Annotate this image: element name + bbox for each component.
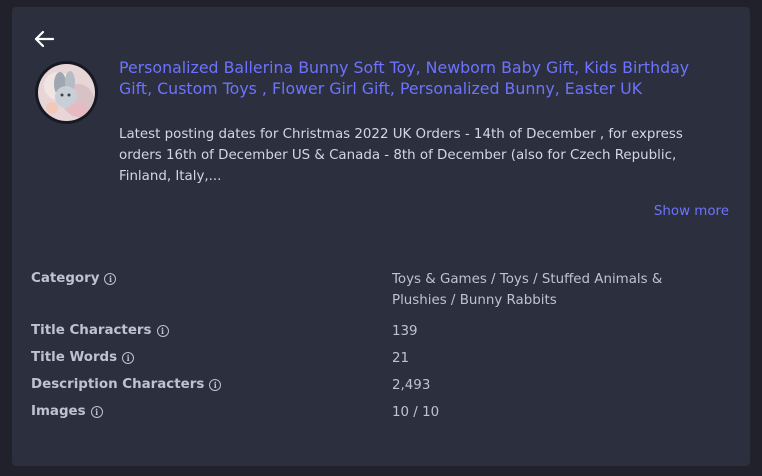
detail-label: Category i bbox=[31, 271, 117, 286]
detail-label: Title Words i bbox=[31, 350, 135, 365]
info-icon[interactable]: i bbox=[156, 324, 169, 337]
detail-value: 10 / 10 bbox=[392, 405, 440, 420]
detail-label: Description Characters i bbox=[31, 377, 222, 392]
product-title-link[interactable]: Personalized Ballerina Bunny Soft Toy, N… bbox=[119, 57, 699, 99]
info-icon[interactable]: i bbox=[209, 378, 222, 391]
info-icon[interactable]: i bbox=[90, 405, 103, 418]
detail-value: 2,493 bbox=[392, 378, 431, 393]
product-card: Personalized Ballerina Bunny Soft Toy, N… bbox=[12, 7, 750, 466]
back-button[interactable] bbox=[32, 29, 56, 49]
info-icon[interactable]: i bbox=[104, 272, 117, 285]
detail-value: Toys & Games / Toys / Stuffed Animals & … bbox=[392, 272, 663, 308]
detail-value: 139 bbox=[392, 324, 418, 339]
detail-label: Images i bbox=[31, 404, 103, 419]
product-image bbox=[38, 64, 95, 121]
product-description: Latest posting dates for Christmas 2022 … bbox=[119, 127, 683, 184]
info-icon[interactable]: i bbox=[122, 351, 135, 364]
detail-label: Title Characters i bbox=[31, 323, 169, 338]
arrow-left-icon bbox=[34, 30, 55, 48]
detail-value: 21 bbox=[392, 351, 410, 366]
show-more-link[interactable]: Show more bbox=[654, 204, 729, 219]
product-thumbnail[interactable] bbox=[35, 61, 98, 124]
